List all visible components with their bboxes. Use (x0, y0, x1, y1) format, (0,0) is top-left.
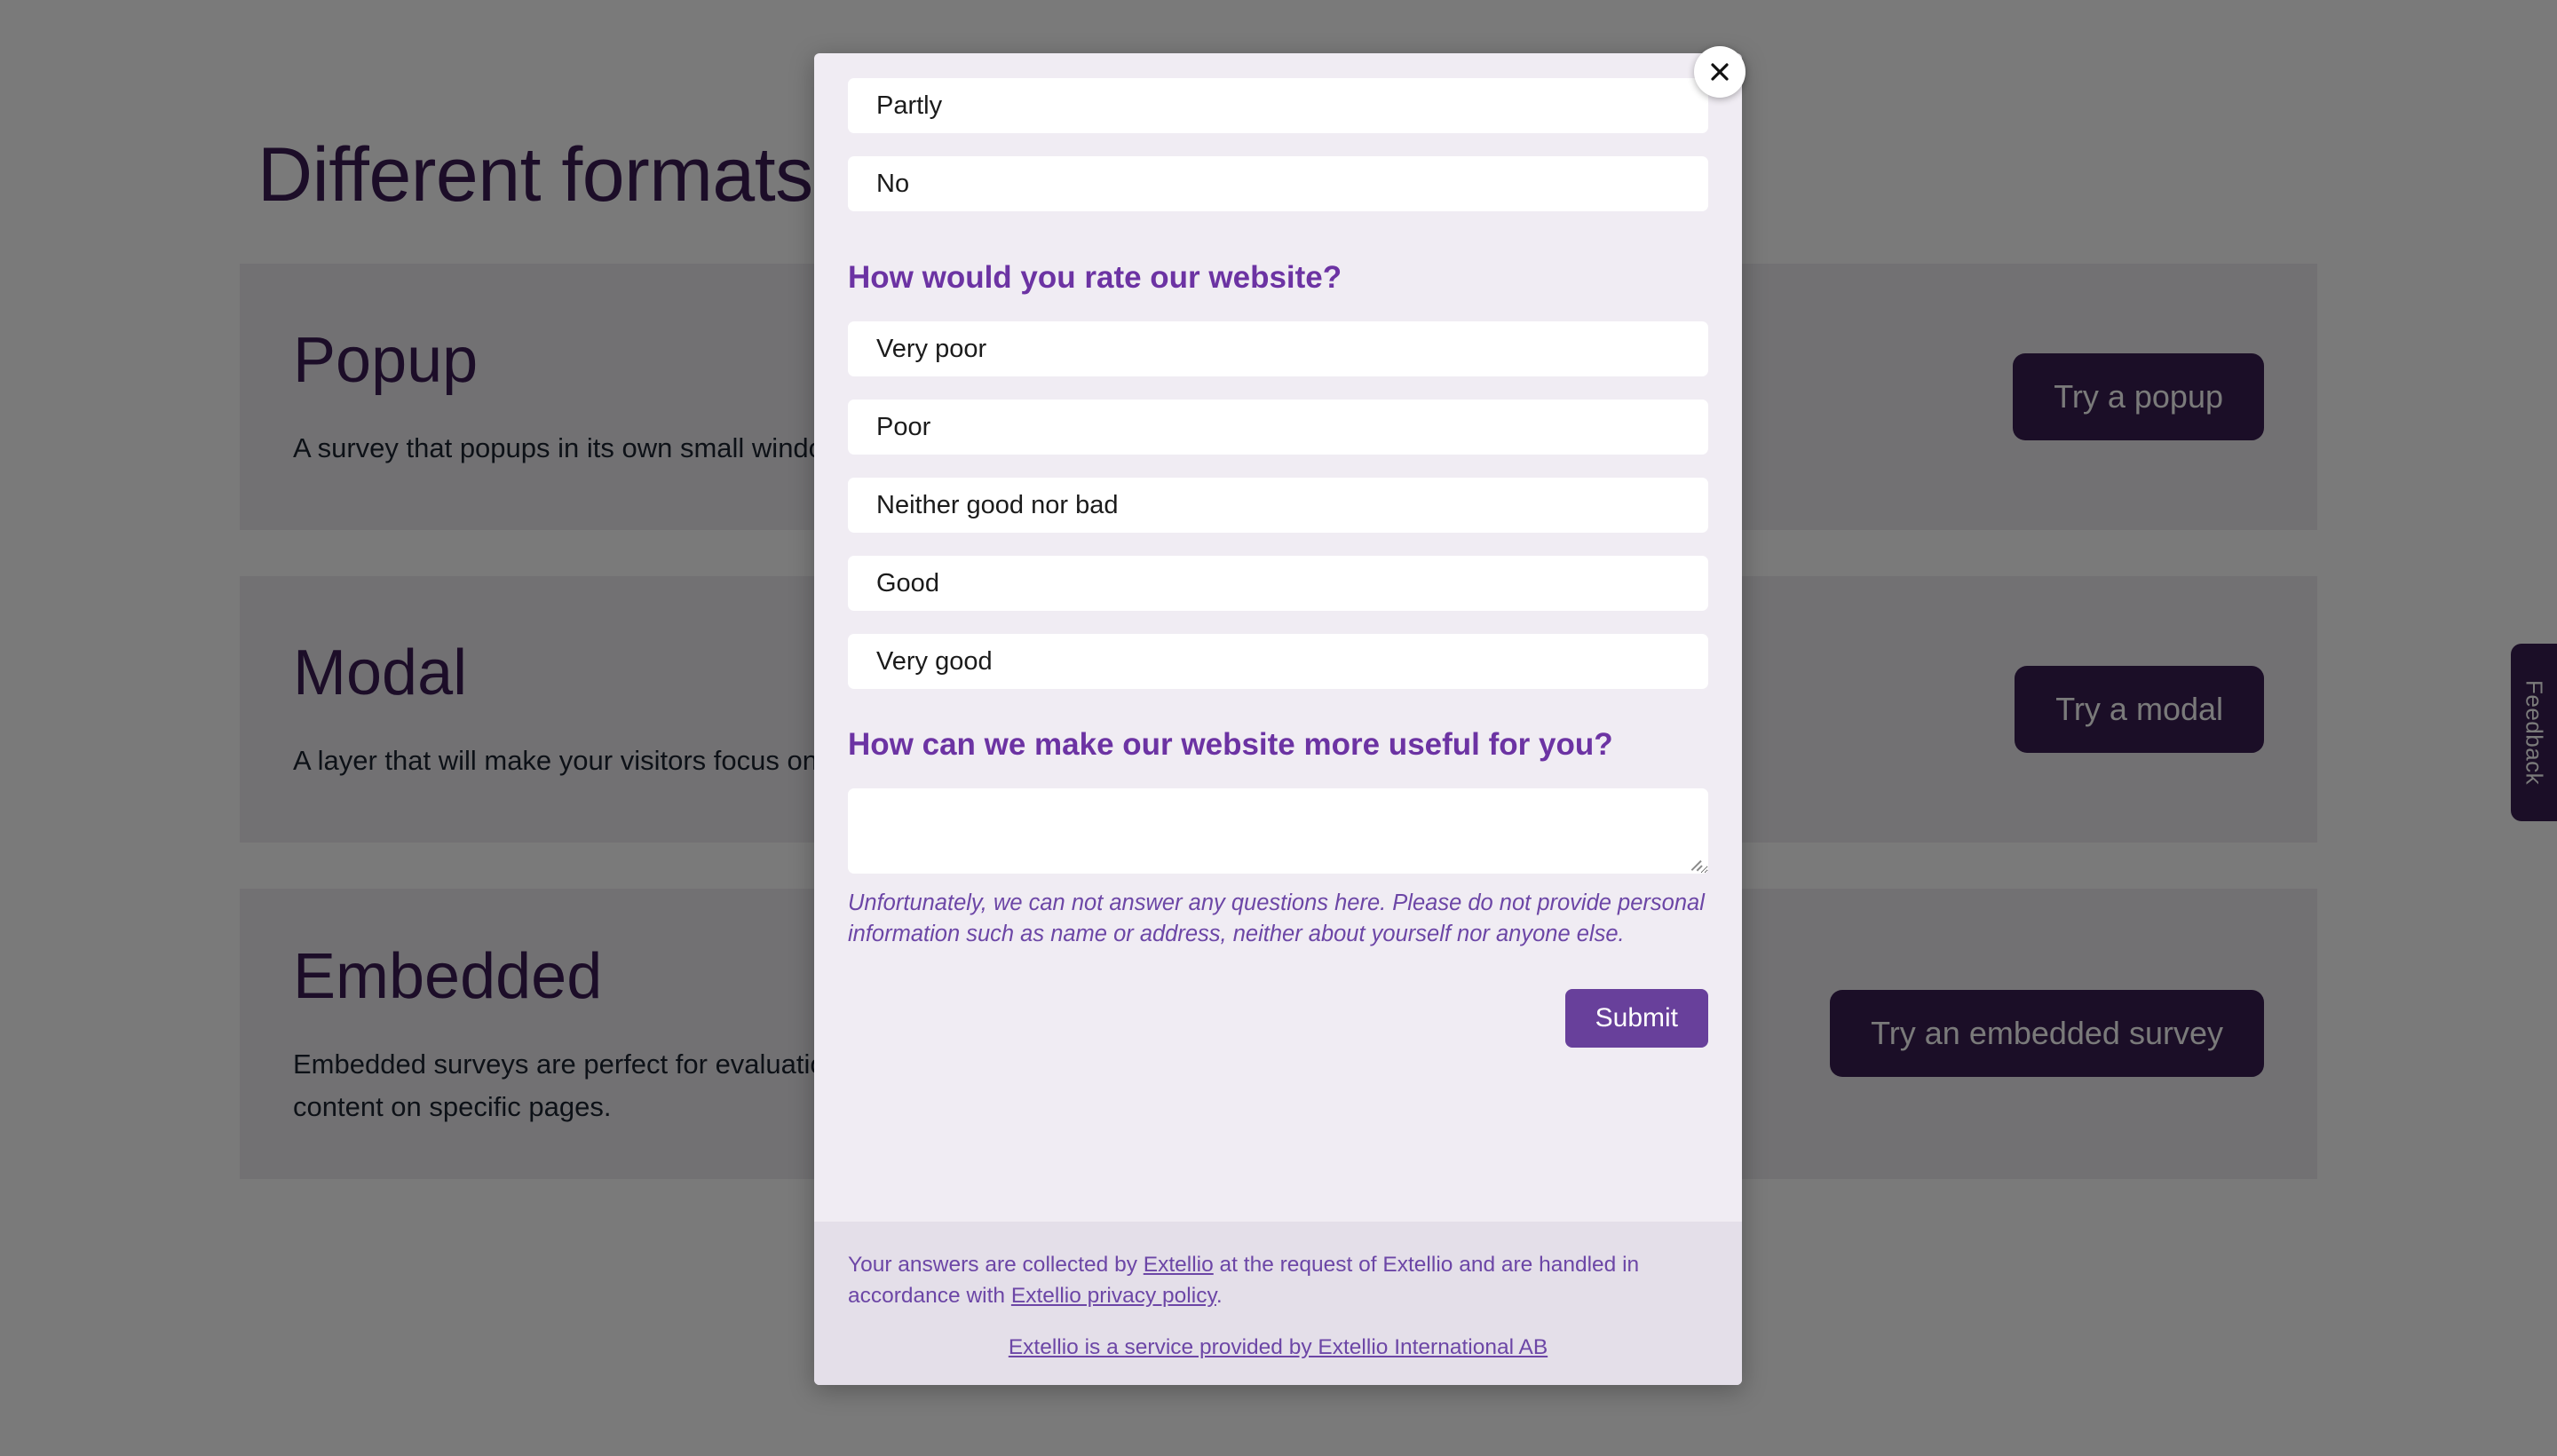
footer-provider-line: Extellio is a service provided by Extell… (848, 1335, 1708, 1360)
option-very-poor[interactable]: Very poor (848, 321, 1708, 377)
footer-legal-text: Your answers are collected by Extellio a… (848, 1250, 1708, 1312)
free-text-answer-wrapper (848, 788, 1708, 874)
option-neither-good-nor-bad[interactable]: Neither good nor bad (848, 478, 1708, 534)
option-very-good[interactable]: Very good (848, 634, 1708, 690)
close-icon (1711, 63, 1729, 81)
submit-button[interactable]: Submit (1564, 988, 1708, 1048)
footer-legal-part1: Your answers are collected by (848, 1253, 1144, 1278)
question-heading-more-useful: How can we make our website more useful … (848, 727, 1613, 763)
close-modal-button[interactable] (1694, 46, 1746, 98)
survey-modal-body: Partly No How would you rate our website… (814, 53, 1742, 1222)
survey-modal-footer: Your answers are collected by Extellio a… (814, 1222, 1742, 1385)
option-poor[interactable]: Poor (848, 400, 1708, 455)
option-good[interactable]: Good (848, 556, 1708, 612)
option-partly[interactable]: Partly (848, 78, 1708, 133)
submit-row: Submit (848, 988, 1708, 1048)
free-text-answer-input[interactable] (848, 788, 1708, 874)
privacy-disclaimer-text: Unfortunately, we can not answer any que… (848, 890, 1705, 947)
footer-legal-part3: . (1215, 1284, 1223, 1309)
option-no[interactable]: No (848, 156, 1708, 211)
survey-modal: Partly No How would you rate our website… (814, 53, 1742, 1385)
extellio-privacy-policy-link[interactable]: Extellio privacy policy (1011, 1284, 1216, 1308)
extellio-provider-link[interactable]: Extellio is a service provided by Extell… (1009, 1335, 1548, 1359)
question-heading-rate-website: How would you rate our website? (848, 260, 1342, 295)
extellio-link[interactable]: Extellio (1144, 1253, 1214, 1277)
